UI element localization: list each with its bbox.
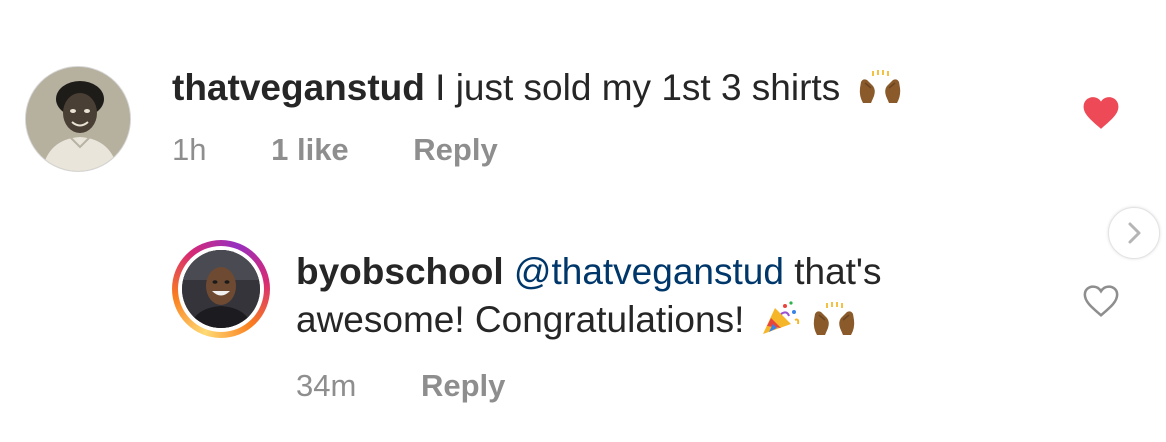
heart-filled-icon[interactable] [1082,95,1120,131]
raising-hands-icon [857,68,903,116]
likes-count-link[interactable]: 1 like [271,132,349,167]
reply-button[interactable]: Reply [421,368,505,403]
comment-time: 1h [172,132,207,167]
avatar-thatveganstud[interactable] [25,66,131,172]
comment-text: thatveganstud I just sold my 1st 3 shirt… [172,64,903,116]
mention-link[interactable]: @thatveganstud [514,251,784,292]
username-link[interactable]: thatveganstud [172,67,425,108]
comment-meta: 34m Reply [296,366,505,406]
heart-outline-icon[interactable] [1082,283,1120,319]
comment-body-line2: awesome! Congratulations! [296,299,745,340]
username-link[interactable]: byobschool [296,251,504,292]
comment-meta: 1h 1 like Reply [172,130,498,170]
avatar-byobschool[interactable] [172,240,270,338]
chevron-right-icon [1128,222,1141,244]
party-popper-icon [761,300,801,348]
raising-hands-icon [811,300,857,348]
comments-panel: thatveganstud I just sold my 1st 3 shirt… [0,0,1166,442]
comment-body: I just sold my 1st 3 shirts [435,67,841,108]
next-arrow-button[interactable] [1108,207,1160,259]
comment-time: 34m [296,368,357,403]
comment-body-line1: that's [794,251,882,292]
comment-text: byobschool @thatveganstud that's awesome… [296,248,996,344]
reply-button[interactable]: Reply [413,132,497,167]
